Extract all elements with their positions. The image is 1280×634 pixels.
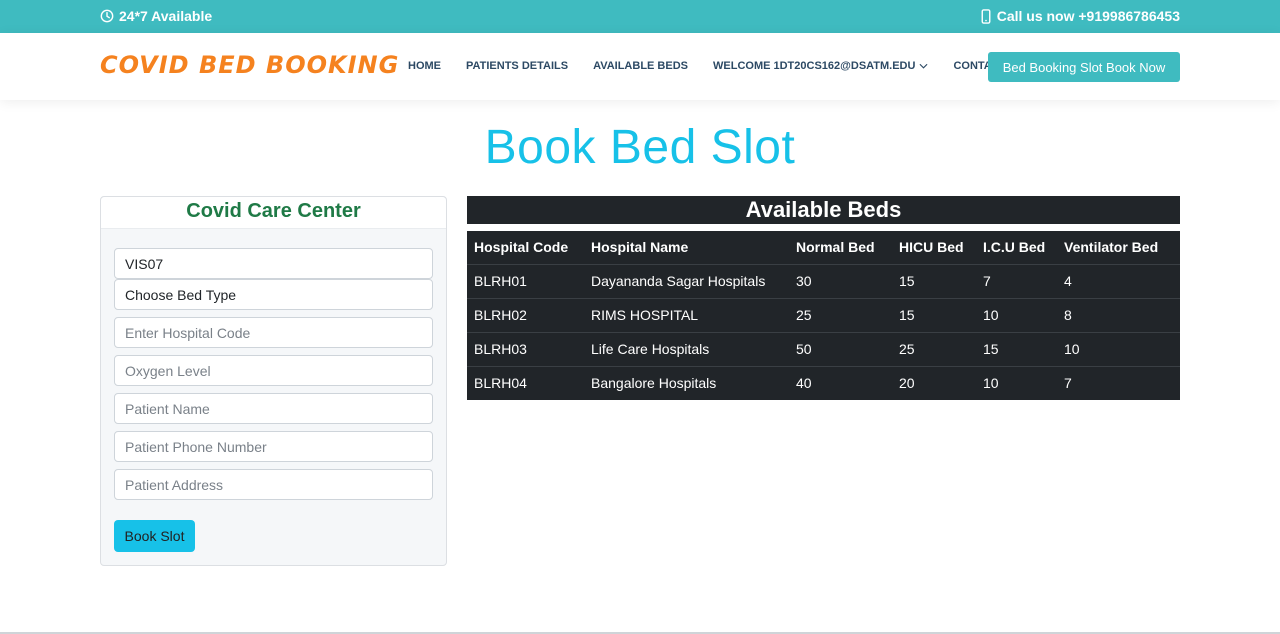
table-cell: RIMS HOSPITAL <box>584 297 789 332</box>
book-now-button[interactable]: Bed Booking Slot Book Now <box>988 52 1180 82</box>
column-header: Hospital Code <box>467 231 584 265</box>
table-cell: 10 <box>976 365 1057 400</box>
welcome-label: WELCOME 1DT20CS162@DSATM.EDU <box>713 60 916 72</box>
available-beds-table: Hospital Code Hospital Name Normal Bed H… <box>467 231 1180 400</box>
booking-form-card: Covid Care Center VIS07 Choose Bed Type … <box>100 196 447 566</box>
page-title: Book Bed Slot <box>484 121 796 174</box>
column-header: Hospital Name <box>584 231 789 265</box>
availability-info: 24*7 Available <box>100 8 212 24</box>
table-cell: 40 <box>789 365 892 400</box>
table-cell: BLRH02 <box>467 297 584 332</box>
nav-menu: HOME PATIENTS DETAILS AVAILABLE BEDS WEL… <box>408 60 1006 72</box>
nav-home[interactable]: HOME <box>408 60 441 72</box>
table-cell: 8 <box>1057 297 1180 332</box>
main-navbar: COVID BED BOOKING HOME PATIENTS DETAILS … <box>0 33 1280 100</box>
clock-icon <box>100 9 114 23</box>
column-header: HICU Bed <box>892 231 976 265</box>
table-cell: 25 <box>892 331 976 366</box>
column-header: Normal Bed <box>789 231 892 265</box>
phone-icon <box>981 8 991 24</box>
patient-phone-input[interactable]: Patient Phone Number <box>114 431 433 462</box>
table-cell: Life Care Hospitals <box>584 331 789 366</box>
call-info: Call us now +919986786453 <box>980 8 1180 24</box>
table-cell: Dayananda Sagar Hospitals <box>584 263 789 298</box>
nav-welcome-dropdown[interactable]: WELCOME 1DT20CS162@DSATM.EDU <box>713 60 928 72</box>
site-logo[interactable]: COVID BED BOOKING <box>100 51 399 79</box>
bed-type-select[interactable]: Choose Bed Type <box>114 279 433 310</box>
column-header: Ventilator Bed <box>1057 231 1180 265</box>
table-row: BLRH01 Dayananda Sagar Hospitals 30 15 7… <box>467 263 1180 298</box>
available-beds-title: Available Beds <box>467 196 1180 224</box>
patient-address-input[interactable]: Patient Address <box>114 469 433 500</box>
table-row: BLRH03 Life Care Hospitals 50 25 15 10 <box>467 331 1180 366</box>
table-row: BLRH02 RIMS HOSPITAL 25 15 10 8 <box>467 297 1180 332</box>
book-slot-button[interactable]: Book Slot <box>114 520 195 552</box>
table-cell: 15 <box>892 263 976 298</box>
table-cell: 15 <box>892 297 976 332</box>
availability-text: 24*7 Available <box>119 8 213 24</box>
table-cell: 10 <box>1057 331 1180 366</box>
table-cell: Bangalore Hospitals <box>584 365 789 400</box>
column-header: I.C.U Bed <box>976 231 1057 265</box>
chevron-down-icon <box>919 63 928 69</box>
table-cell: 20 <box>892 365 976 400</box>
table-cell: 7 <box>976 263 1057 298</box>
table-cell: 4 <box>1057 263 1180 298</box>
table-row: BLRH04 Bangalore Hospitals 40 20 10 7 <box>467 365 1180 400</box>
table-cell: 30 <box>789 263 892 298</box>
table-cell: 10 <box>976 297 1057 332</box>
table-header-row: Hospital Code Hospital Name Normal Bed H… <box>467 231 1180 265</box>
table-cell: 25 <box>789 297 892 332</box>
table-cell: 15 <box>976 331 1057 366</box>
nav-patients-details[interactable]: PATIENTS DETAILS <box>466 60 568 72</box>
top-bar: 24*7 Available Call us now +919986786453 <box>0 0 1280 33</box>
form-title: Covid Care Center <box>101 197 446 229</box>
call-text: Call us now +919986786453 <box>996 8 1180 24</box>
table-cell: BLRH04 <box>467 365 584 400</box>
table-cell: BLRH01 <box>467 263 584 298</box>
table-cell: 50 <box>789 331 892 366</box>
table-cell: 7 <box>1057 365 1180 400</box>
center-select[interactable]: VIS07 <box>114 248 433 279</box>
oxygen-level-input[interactable]: Oxygen Level <box>114 355 433 386</box>
hospital-code-input[interactable]: Enter Hospital Code <box>114 317 433 348</box>
nav-available-beds[interactable]: AVAILABLE BEDS <box>593 60 688 72</box>
table-cell: BLRH03 <box>467 331 584 366</box>
patient-name-input[interactable]: Patient Name <box>114 393 433 424</box>
